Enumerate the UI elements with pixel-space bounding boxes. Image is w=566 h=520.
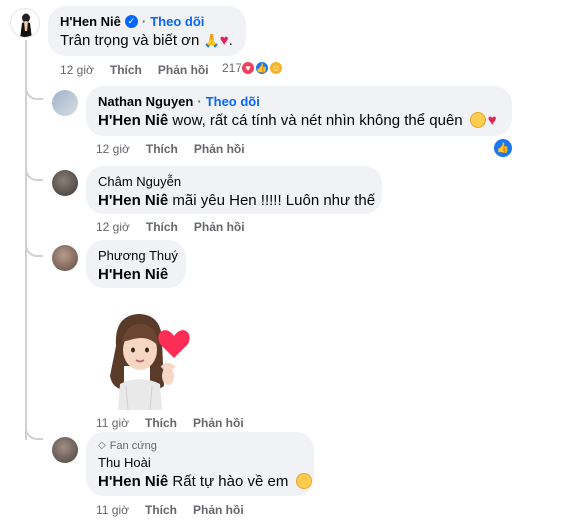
comment-text: H'Hen Niê: [98, 264, 174, 285]
comment-actions: 12 giờ Thích Phản hồi: [96, 219, 245, 235]
follow-button[interactable]: Theo dõi: [150, 13, 204, 30]
comment-time[interactable]: 11 giờ: [96, 502, 129, 518]
thread-elbow: [25, 167, 43, 181]
comment-author[interactable]: Châm Nguyễn: [98, 173, 181, 190]
comment-actions: 11 giờ Thích Phản hồi: [96, 502, 244, 518]
comment-text: H'Hen Niê wow, rất cá tính và nét nhìn k…: [98, 112, 497, 129]
thread-elbow: [25, 426, 43, 440]
like-button[interactable]: Thích: [110, 62, 142, 78]
avatar[interactable]: [52, 245, 78, 271]
diamond-icon: ◇: [98, 440, 106, 451]
mention-link[interactable]: H'Hen Niê: [98, 192, 168, 209]
comment-author[interactable]: Phương Thuý: [98, 247, 178, 264]
comment-author[interactable]: Nathan Nguyen: [98, 93, 193, 110]
reply-button[interactable]: Phản hồi: [193, 502, 244, 518]
reply-button[interactable]: Phản hồi: [193, 415, 244, 431]
thread-elbow: [25, 243, 43, 257]
care-reaction-icon: ☺: [268, 60, 285, 76]
comment-bubble: Châm Nguyễn H'Hen Niê mãi yêu Hen !!!!! …: [86, 166, 382, 214]
folded-hands-emoji-icon: 🙏: [203, 33, 220, 48]
comment-author[interactable]: H'Hen Niê: [60, 13, 121, 30]
comment-bubble: Phương Thuý H'Hen Niê: [86, 240, 186, 288]
comment-time[interactable]: 12 giờ: [96, 141, 130, 157]
reply-button[interactable]: Phản hồi: [194, 219, 245, 235]
like-button[interactable]: Thích: [145, 415, 177, 431]
reaction-summary[interactable]: 217 ♥ 👍 ☺: [222, 60, 285, 76]
flushed-face-emoji-icon: [469, 112, 486, 128]
comment-time[interactable]: 11 giờ: [96, 415, 129, 431]
verified-badge-icon: ✓: [124, 15, 138, 28]
avatar[interactable]: [52, 170, 78, 196]
comment-text: H'Hen Niê mãi yêu Hen !!!!! Luôn như thế: [98, 192, 376, 209]
avatar-sticker-image: [110, 314, 190, 411]
comment-actions: 12 giờ Thích Phản hồi: [96, 141, 245, 157]
avatar-sticker: [96, 306, 196, 411]
reply-button[interactable]: Phản hồi: [194, 141, 245, 157]
comment-author[interactable]: Thu Hoài: [98, 454, 151, 471]
thread-elbow: [25, 86, 43, 100]
comment-time[interactable]: 12 giờ: [60, 62, 94, 78]
like-button[interactable]: Thích: [145, 502, 177, 518]
heart-emoji-icon: ♥: [487, 112, 497, 129]
mention-link[interactable]: H'Hen Niê: [98, 112, 168, 129]
reply-button[interactable]: Phản hồi: [158, 62, 209, 78]
comment-actions: 11 giờ Thích Phản hồi: [96, 415, 244, 431]
comment-bubble: Nathan Nguyen · Theo dõi H'Hen Niê wow, …: [86, 86, 512, 136]
comment-actions: 12 giờ Thích Phản hồi: [60, 62, 209, 78]
like-button[interactable]: Thích: [146, 219, 178, 235]
mention-link[interactable]: H'Hen Niê: [98, 266, 168, 283]
like-reaction-icon[interactable]: 👍: [494, 139, 512, 157]
mention-link[interactable]: H'Hen Niê: [98, 473, 168, 490]
comment-bubble: ◇ Fan cứng Thu Hoài H'Hen Niê Rất tự hào…: [86, 432, 314, 496]
fan-badge: Fan cứng: [109, 440, 157, 452]
heart-emoji-icon: ♥: [219, 32, 229, 49]
avatar[interactable]: [10, 8, 40, 38]
comment-text: H'Hen Niê Rất tự hào về em: [98, 471, 312, 492]
like-button[interactable]: Thích: [146, 141, 178, 157]
comment-text: Trân trọng và biết ơn 🙏♥.: [60, 32, 233, 49]
comment-bubble: H'Hen Niê ✓ · Theo dõi Trân trọng và biế…: [48, 6, 246, 56]
person-silhouette-icon: [20, 13, 32, 37]
avatar[interactable]: [52, 437, 78, 463]
thread-line: [25, 40, 27, 440]
smiling-face-with-hearts-emoji-icon: [295, 473, 312, 489]
avatar[interactable]: [52, 90, 78, 116]
reaction-count: 217: [222, 61, 243, 75]
follow-button[interactable]: Theo dõi: [206, 93, 260, 110]
comment-time[interactable]: 12 giờ: [96, 219, 130, 235]
